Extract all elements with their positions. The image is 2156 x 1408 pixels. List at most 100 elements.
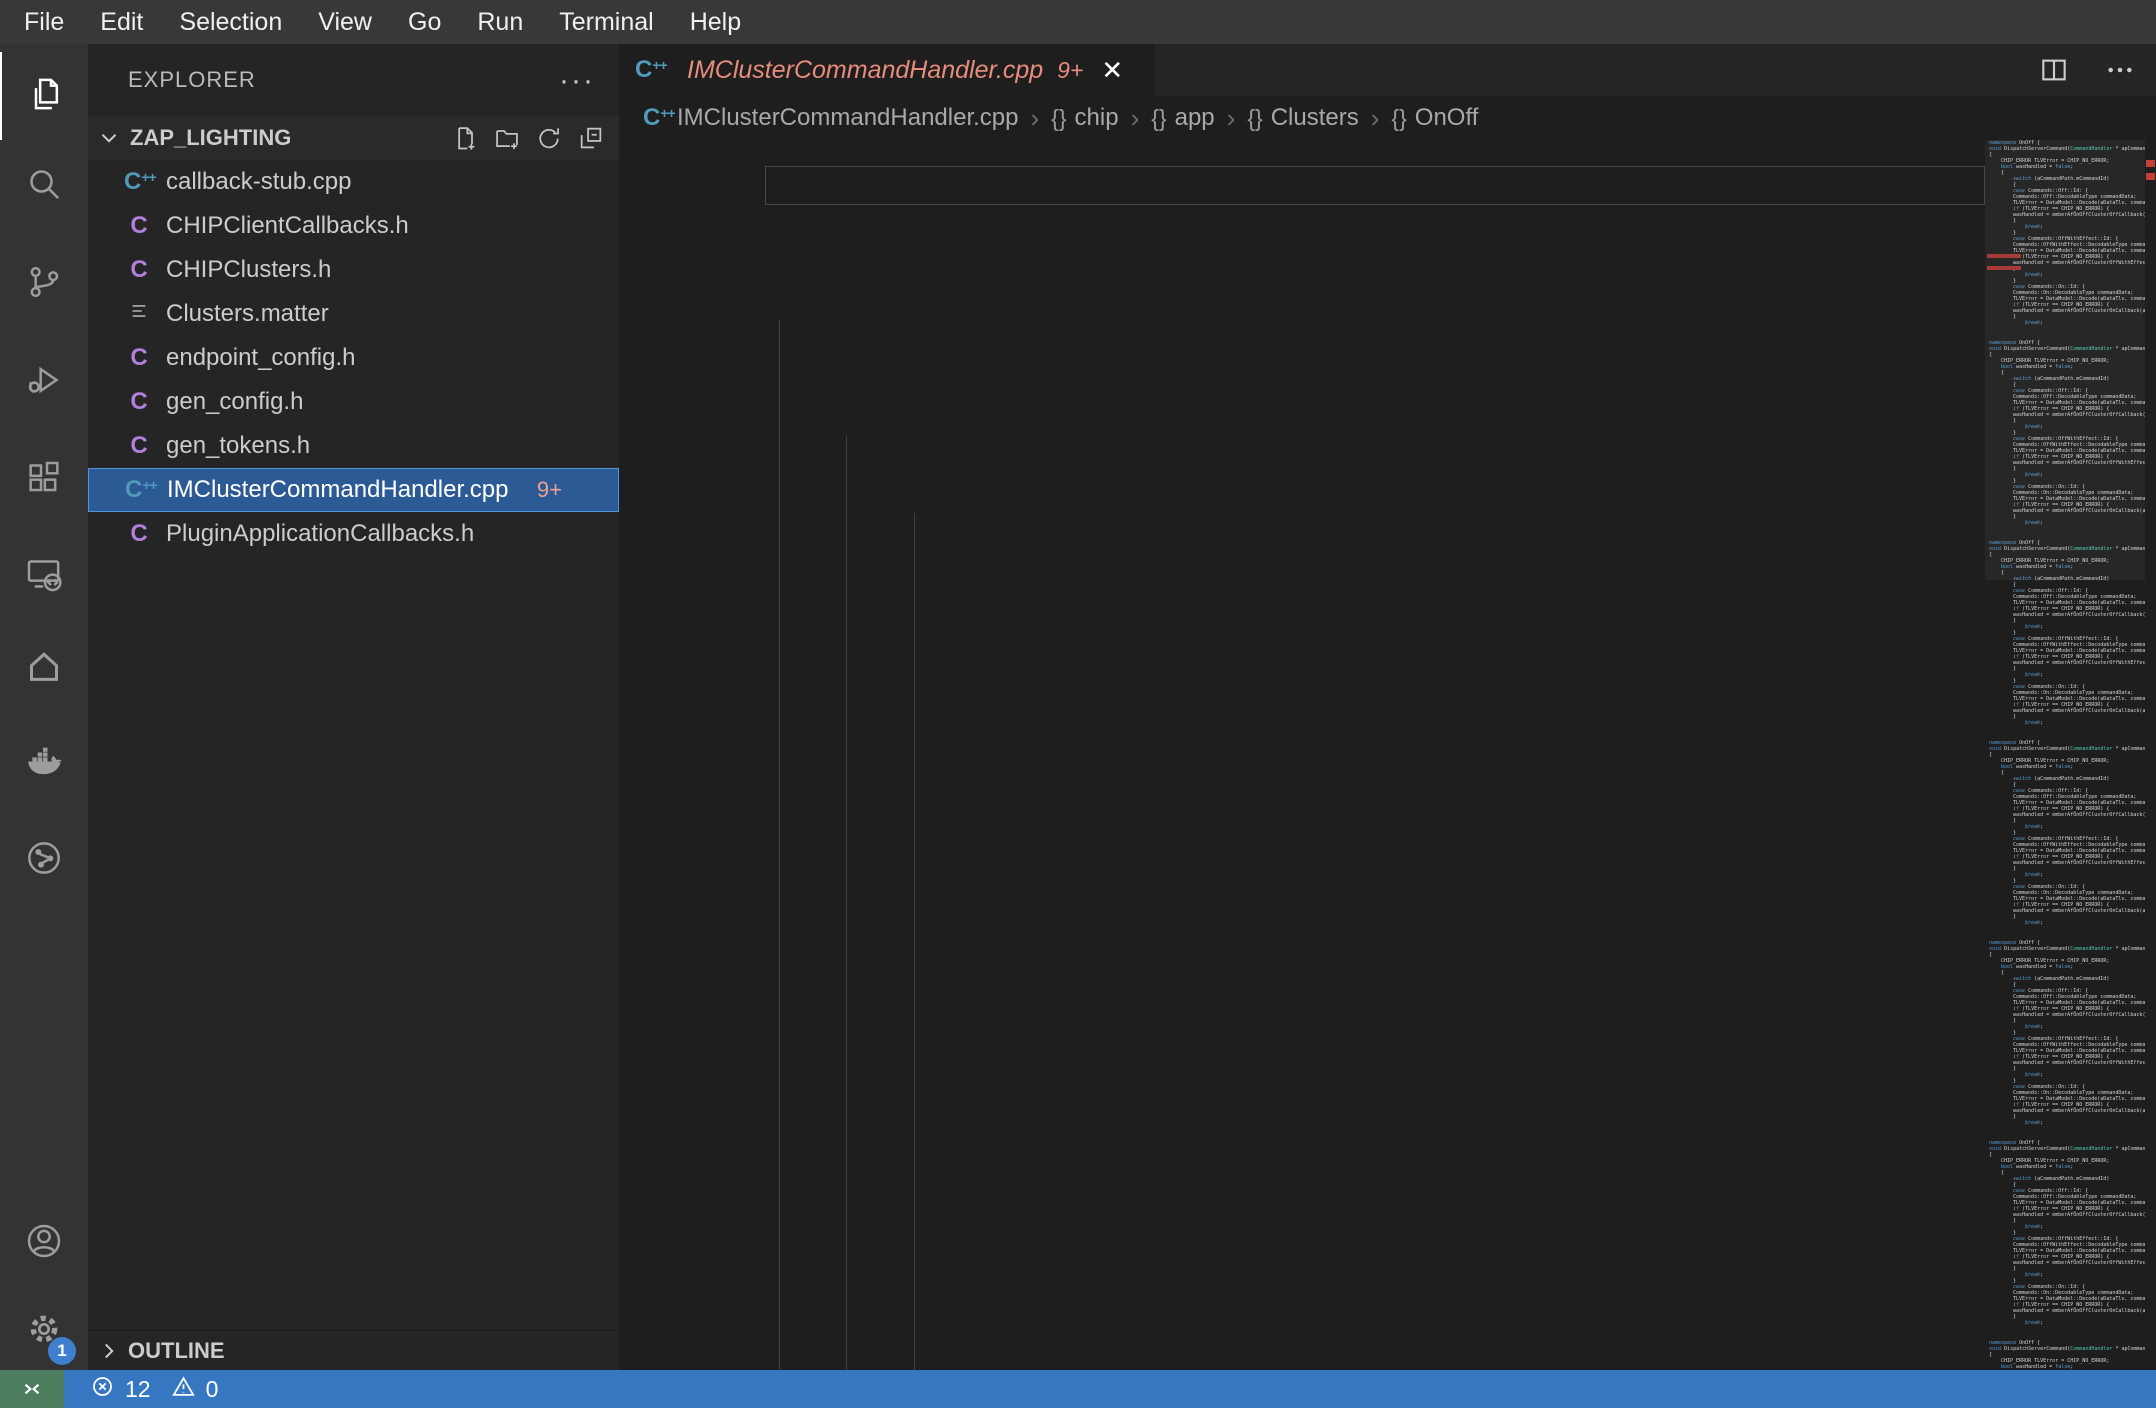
code-line-801[interactable]: 801 if (TLVError == CHIP_NO_ERROR) { (619, 937, 1985, 976)
code-editor[interactable]: 780 781 namespace OnOff { 782 783 void D… (619, 140, 2156, 1370)
code-line-785[interactable]: 785 CHIP_ERROR TLVError = CHIP_NO_ERROR; (619, 320, 1985, 359)
file-callback-stub.cpp[interactable]: C++ callback-stub.cpp (88, 160, 619, 204)
file-name: gen_config.h (166, 388, 304, 415)
activity-remote-explorer[interactable] (0, 532, 88, 620)
activity-run-and-debug[interactable] (0, 338, 88, 426)
activity-home[interactable] (0, 624, 88, 712)
code-line-780[interactable]: 780 (619, 140, 1985, 166)
code-line-789[interactable]: 789 { (619, 474, 1985, 513)
activity-bar: 1 (0, 44, 88, 1370)
code-line-806[interactable]: 806 case Commands::On::Id: { (619, 1130, 1985, 1169)
code-line-781[interactable]: 781 namespace OnOff { (619, 166, 1985, 205)
breadcrumb-item[interactable]: {} OnOff (1391, 104, 1478, 132)
menu-file[interactable]: File (6, 0, 82, 44)
file-gen_tokens.h[interactable]: C gen_tokens.h (88, 424, 619, 468)
menu-go[interactable]: Go (390, 0, 459, 44)
code-line-811[interactable]: 811 } (619, 1323, 1985, 1362)
folder-section-header[interactable]: ZAP_LIGHTING (88, 116, 619, 160)
tab-imclustercommandhandler[interactable]: C++ IMClusterCommandHandler.cpp 9+ ✕ (619, 44, 1155, 96)
file-endpoint_config.h[interactable]: C endpoint_config.h (88, 336, 619, 380)
settings-badge: 1 (48, 1337, 76, 1365)
code-line-788[interactable]: 788 switch (aCommandPath.mCommandId) (619, 436, 1985, 475)
activity-explorer[interactable] (0, 52, 90, 140)
file-name: gen_tokens.h (166, 432, 311, 459)
code-line-797[interactable]: 797 } (619, 783, 1985, 822)
code-line-786[interactable]: 786 bool wasHandled = false; (619, 359, 1985, 398)
file-PluginApplicationCallbacks.h[interactable]: C PluginApplicationCallbacks.h (88, 512, 619, 556)
minimap[interactable]: namespace OnOff {void DispatchServerComm… (1985, 140, 2145, 1370)
collapse-all-icon[interactable] (577, 124, 605, 157)
activity-settings[interactable]: 1 (0, 1287, 88, 1375)
minimap-slider[interactable] (1985, 140, 2145, 580)
code-line-791[interactable]: 791 Commands::Off::DecodableType command… (619, 552, 1985, 591)
breadcrumb-item[interactable]: {} Clusters (1247, 104, 1358, 132)
menu-selection[interactable]: Selection (161, 0, 300, 44)
scrollbar[interactable] (2145, 140, 2156, 1370)
breadcrumb-item[interactable]: C++ IMClusterCommandHandler.cpp (643, 104, 1018, 132)
problems-indicator[interactable]: 12 0 (90, 1374, 218, 1405)
file-Clusters.matter[interactable]: Clusters.matter (88, 292, 619, 336)
tab-problems-badge: 9+ (1057, 56, 1084, 83)
refresh-icon[interactable] (535, 124, 563, 157)
new-folder-icon[interactable] (493, 124, 521, 157)
menu-run[interactable]: Run (459, 0, 541, 44)
namespace-symbol-icon: {} (1247, 104, 1263, 131)
code-line-795[interactable]: 795 } (619, 706, 1985, 745)
file-CHIPClientCallbacks.h[interactable]: C CHIPClientCallbacks.h (88, 204, 619, 248)
extensions-icon (24, 458, 64, 503)
code-line-803[interactable]: 803 } (619, 1014, 1985, 1053)
activity-search[interactable] (0, 142, 88, 230)
code-line-798[interactable]: 798 case Commands::OffWithEffect::Id: { (619, 821, 1985, 860)
code-line-800[interactable]: 800 TLVError = DataModel::Decode(aDataTl… (619, 899, 1985, 938)
menu-terminal[interactable]: Terminal (541, 0, 671, 44)
close-icon[interactable]: ✕ (1101, 57, 1123, 83)
code-line-793[interactable]: 793 if (TLVError == CHIP_NO_ERROR) { (619, 629, 1985, 668)
account-icon (24, 1221, 64, 1266)
code-line-808[interactable]: 808 TLVError = DataModel::Decode(aDataTl… (619, 1207, 1985, 1246)
activity-git-graph[interactable] (0, 816, 88, 904)
code-line-802[interactable]: 802 wasHandled = emberAfOnOffClusterOffW… (619, 976, 1985, 1015)
chevron-right-icon (96, 1338, 122, 1364)
code-line-799[interactable]: 799 Commands::OffWithEffect::DecodableTy… (619, 860, 1985, 899)
menu-edit[interactable]: Edit (82, 0, 161, 44)
explorer-header: EXPLORER ··· (88, 44, 619, 116)
namespace-symbol-icon: {} (1051, 104, 1067, 131)
more-actions-icon[interactable] (2104, 54, 2136, 91)
code-line-810[interactable]: 810 wasHandled = emberAfOnOffClusterOnCa… (619, 1284, 1985, 1323)
code-line-809[interactable]: 809 if (TLVError == CHIP_NO_ERROR) { (619, 1245, 1985, 1284)
code-line-792[interactable]: 792 TLVError = DataModel::Decode(aDataTl… (619, 590, 1985, 629)
code-line-812[interactable]: 812 break; (619, 1361, 1985, 1370)
menu-help[interactable]: Help (672, 0, 759, 44)
activity-docker[interactable] (0, 720, 88, 808)
code-line-794[interactable]: 794 wasHandled = emberAfOnOffClusterOffC… (619, 667, 1985, 706)
new-file-icon[interactable] (451, 124, 479, 157)
h-file-icon: C (130, 432, 148, 459)
code-line-787[interactable]: 787 { (619, 397, 1985, 436)
more-actions-icon[interactable]: ··· (559, 64, 595, 98)
activity-accounts[interactable] (0, 1199, 88, 1287)
code-line-783[interactable]: 783 void DispatchServerCommand(CommandHa… (619, 243, 1985, 282)
debug-icon (24, 360, 64, 405)
file-name: PluginApplicationCallbacks.h (166, 520, 475, 547)
breadcrumb-item[interactable]: {} app (1151, 104, 1214, 132)
activity-source-control[interactable] (0, 240, 88, 328)
file-IMClusterCommandHandler.cpp[interactable]: C++ IMClusterCommandHandler.cpp 9+ (88, 468, 619, 512)
chevron-down-icon (96, 125, 122, 151)
code-line-790[interactable]: 790 case Commands::Off::Id: { (619, 513, 1985, 552)
code-line-807[interactable]: 807 Commands::On::DecodableType commandD… (619, 1168, 1985, 1207)
code-line-804[interactable]: 804 break; (619, 1053, 1985, 1092)
outline-section-header[interactable]: OUTLINE (88, 1330, 619, 1371)
menu-view[interactable]: View (300, 0, 390, 44)
breadcrumb-item[interactable]: {} chip (1051, 104, 1118, 132)
scrollbar-error-mark (2146, 173, 2155, 180)
remote-indicator[interactable] (0, 1370, 64, 1408)
file-gen_config.h[interactable]: C gen_config.h (88, 380, 619, 424)
split-editor-icon[interactable] (2038, 54, 2070, 91)
code-line-805[interactable]: 805 } (619, 1091, 1985, 1130)
file-CHIPClusters.h[interactable]: C CHIPClusters.h (88, 248, 619, 292)
code-line-784[interactable]: 784 { (619, 282, 1985, 321)
code-line-782[interactable]: 782 (619, 205, 1985, 244)
file-problems-badge: 9+ (536, 477, 562, 502)
activity-extensions[interactable] (0, 436, 88, 524)
code-line-796[interactable]: 796 break; (619, 744, 1985, 783)
